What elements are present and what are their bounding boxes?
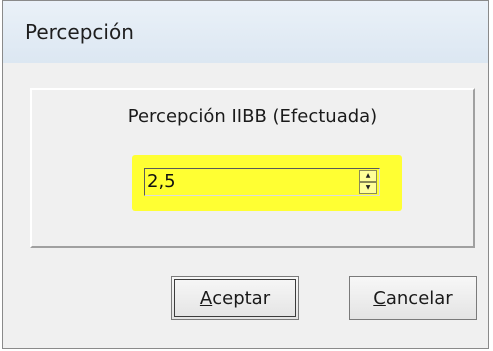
dialog-window: Percepción Percepción IIBB (Efectuada) 2…	[2, 0, 489, 349]
spin-up-arrow-icon: ▲	[365, 172, 371, 179]
accept-label: ceptar	[212, 287, 271, 309]
window-title: Percepción	[25, 20, 134, 44]
highlight-marker: 2,5 ▲ ▼	[132, 155, 402, 211]
spin-buttons: ▲ ▼	[359, 170, 377, 194]
percepcion-value[interactable]: 2,5	[147, 171, 176, 192]
title-bar[interactable]: Percepción	[3, 1, 488, 63]
percepcion-panel: Percepción IIBB (Efectuada) 2,5 ▲ ▼	[30, 88, 475, 248]
spin-down-button[interactable]: ▼	[359, 182, 377, 194]
spin-down-arrow-icon: ▼	[365, 184, 371, 191]
accept-button[interactable]: Aceptar	[171, 276, 299, 320]
cancel-button[interactable]: Cancelar	[349, 276, 477, 320]
cancel-label: ancelar	[385, 287, 453, 309]
field-label: Percepción IIBB (Efectuada)	[127, 106, 378, 127]
accept-hotkey: A	[199, 287, 213, 309]
spin-up-button[interactable]: ▲	[359, 170, 377, 182]
percepcion-spin-input[interactable]: 2,5 ▲ ▼	[144, 168, 380, 196]
cancel-hotkey: C	[373, 287, 386, 309]
